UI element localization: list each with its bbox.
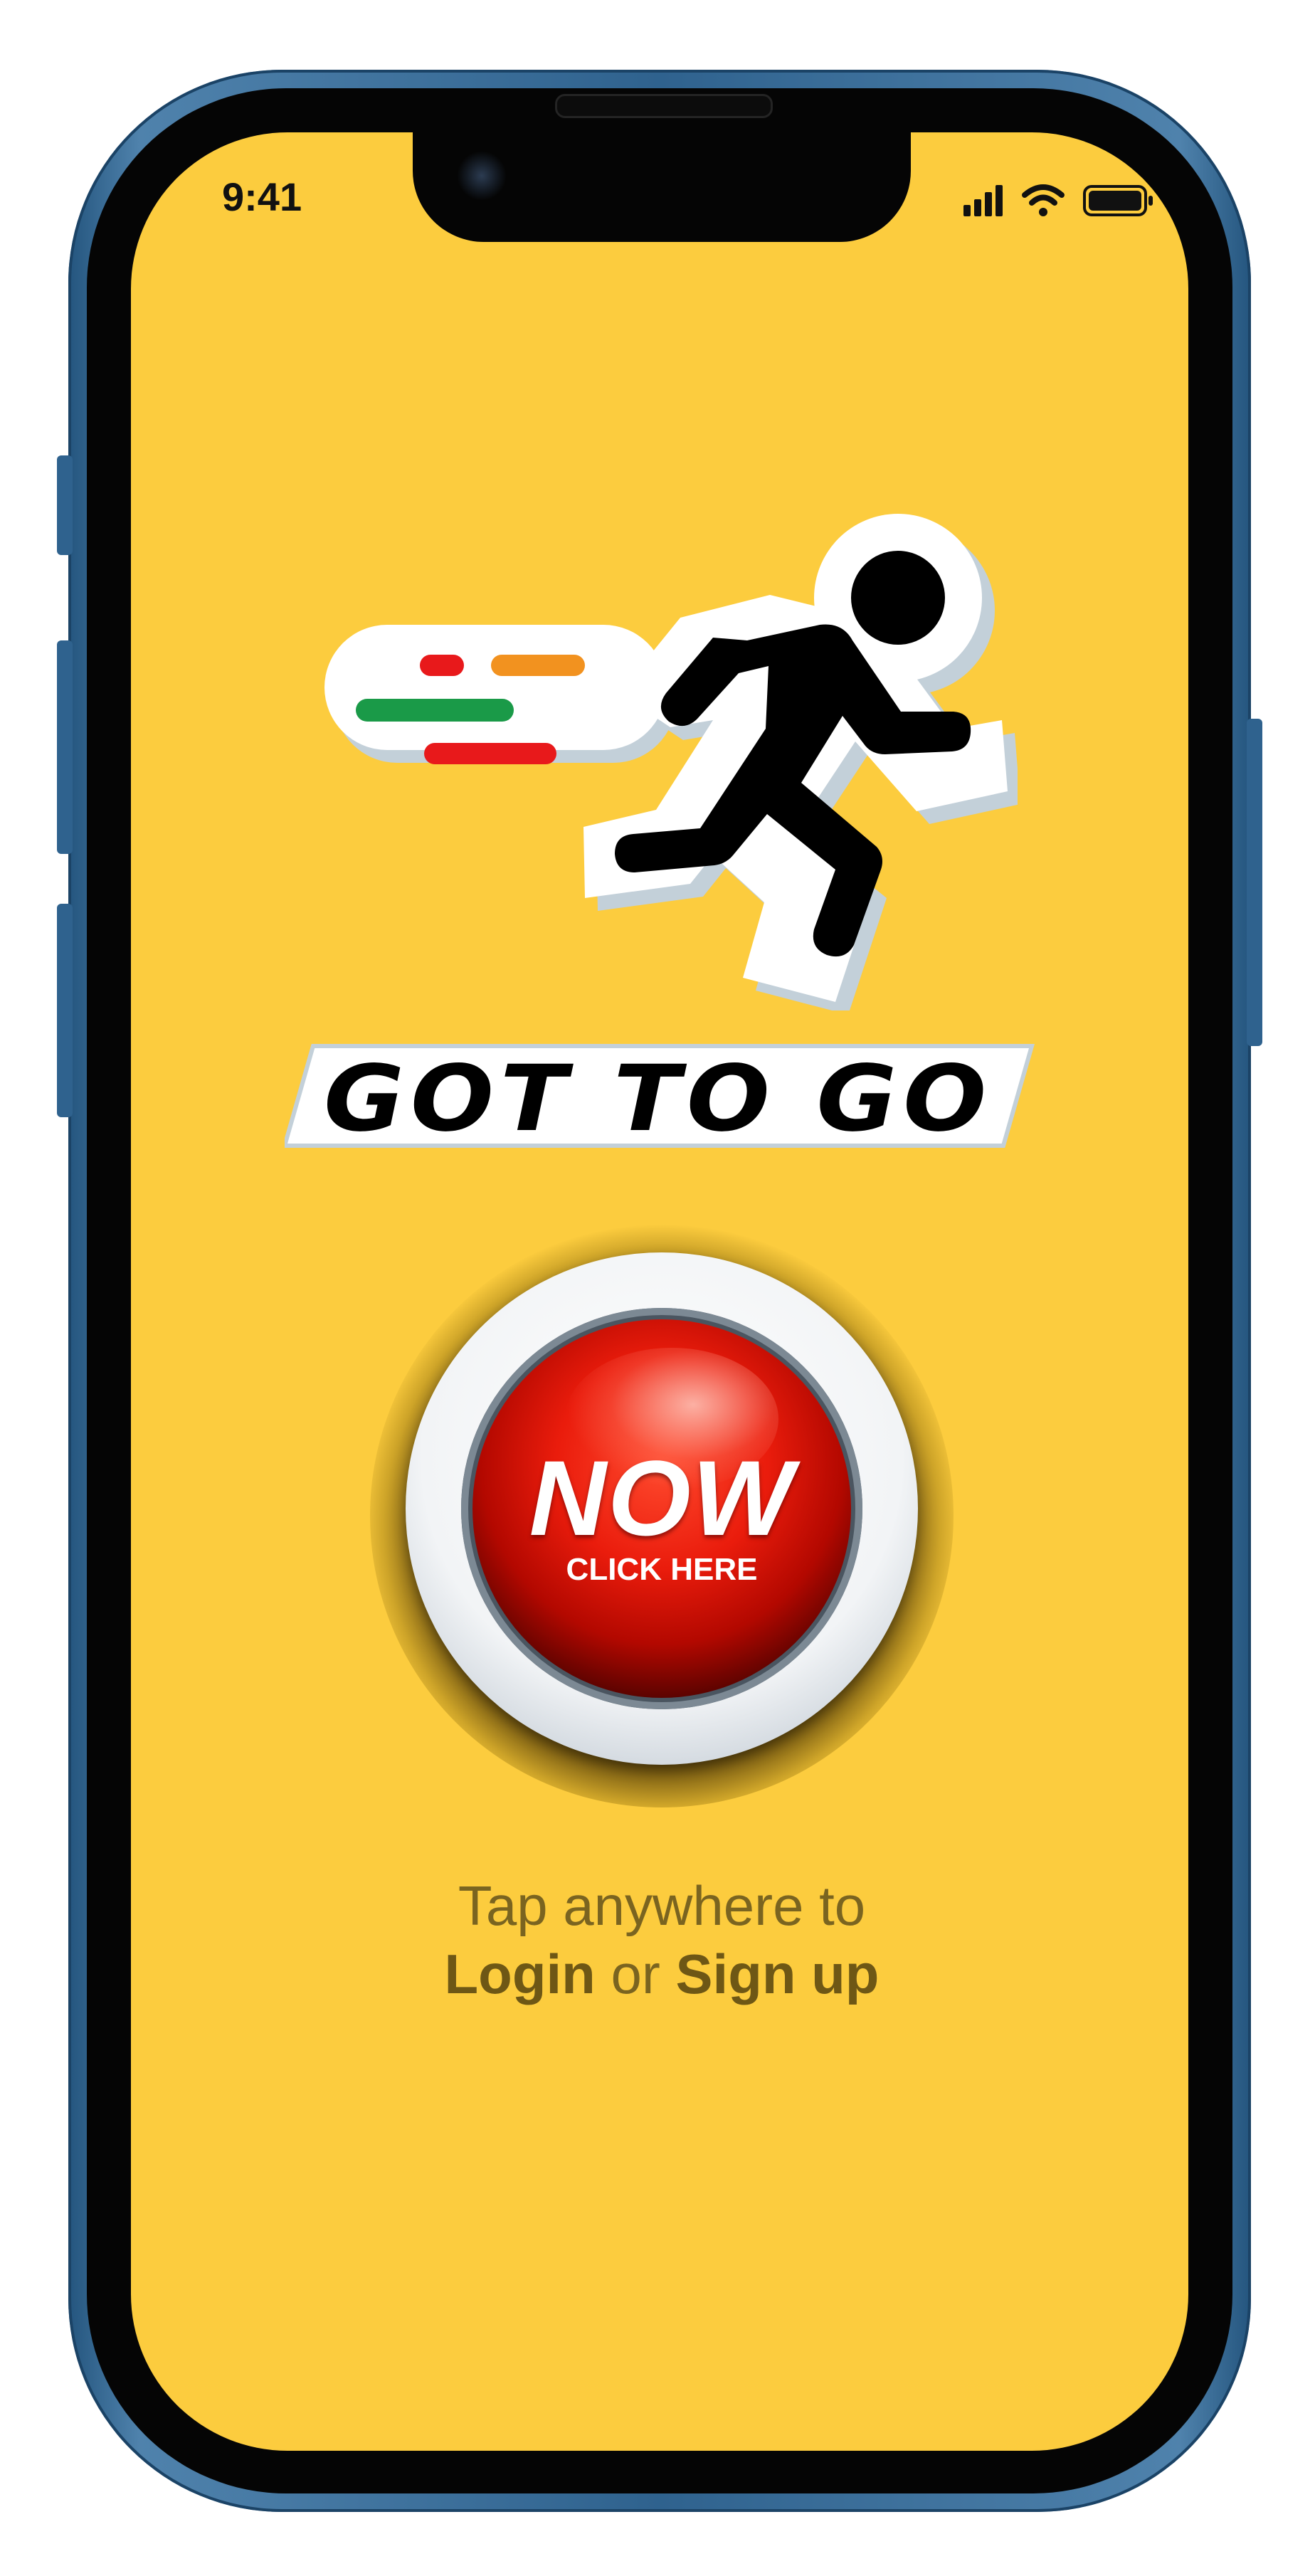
now-label: NOW <box>529 1438 795 1558</box>
got-to-go-wordmark: GOT TO GO <box>285 1044 1035 1152</box>
click-here-label: CLICK HERE <box>566 1552 758 1587</box>
status-time: 9:41 <box>222 174 302 219</box>
login-link[interactable]: Login <box>445 1943 596 2005</box>
now-button-core[interactable]: NOW CLICK HERE <box>472 1319 851 1698</box>
tap-prompt[interactable]: Tap anywhere to Login or Sign up <box>285 1872 1039 2008</box>
speed-line-red-short <box>420 655 464 676</box>
volume-down-button <box>57 904 73 1117</box>
cellular-signal-icon <box>963 185 1003 216</box>
speed-line-green <box>356 699 514 722</box>
now-button-ring: NOW CLICK HERE <box>406 1252 918 1765</box>
status-icons <box>963 184 1153 216</box>
mute-switch <box>57 455 73 555</box>
power-button <box>1247 719 1262 1046</box>
speed-line-orange <box>491 655 585 676</box>
speed-line-red-long <box>424 743 556 764</box>
tap-prompt-line1: Tap anywhere to <box>458 1874 866 1937</box>
volume-up-button <box>57 640 73 854</box>
brand-name: GOT TO GO <box>324 1046 993 1152</box>
earpiece-speaker <box>555 94 773 118</box>
now-button[interactable]: NOW CLICK HERE <box>370 1224 954 1807</box>
running-man-logo <box>324 514 1018 1010</box>
signup-link[interactable]: Sign up <box>676 1943 880 2005</box>
tap-prompt-line2: Login or Sign up <box>285 1940 1039 2008</box>
wifi-icon <box>1022 184 1065 216</box>
battery-icon <box>1083 185 1153 216</box>
now-button-bezel: NOW CLICK HERE <box>461 1308 862 1709</box>
or-text: or <box>611 1943 660 2005</box>
front-camera <box>457 151 507 201</box>
